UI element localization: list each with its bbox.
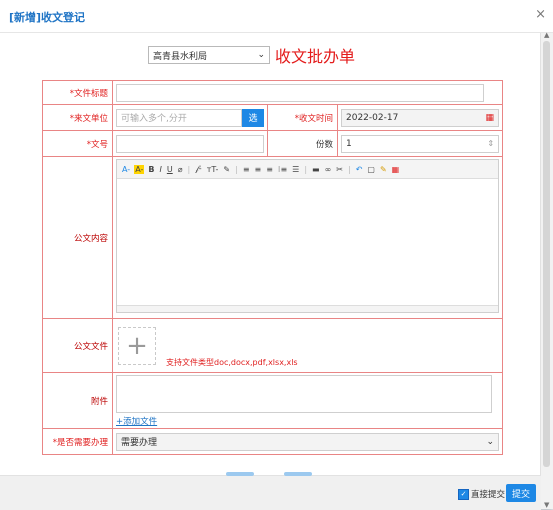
dialog-footer: ✓ 直接提交 提交 [0, 472, 541, 510]
attachment-label: 附件 [42, 372, 113, 429]
upload-file-box[interactable]: + [118, 326, 156, 365]
need-handle-select[interactable]: 需要办理 ⌄ [116, 432, 500, 451]
hidden-buttons-peek [226, 472, 312, 476]
file-support-text: 支持文件类型doc,docx,pdf,xlsx,xls [166, 357, 298, 367]
source-unit-label: *来文单位 [42, 104, 113, 131]
need-handle-value: 需要办理 [121, 438, 158, 448]
align-right-icon[interactable]: ≡ [265, 165, 274, 174]
select-unit-button[interactable]: 选 [242, 108, 264, 127]
department-select-value: 高青县水利局 [153, 51, 208, 62]
department-select[interactable]: 高青县水利局 ⌄ [148, 46, 270, 64]
source-unit-input[interactable]: 可输入多个,分开 [116, 108, 242, 127]
dialog-title: [新增]收文登记 [9, 11, 86, 24]
file-label: 公文文件 [42, 318, 113, 373]
align-center-icon[interactable]: ≡ [254, 165, 263, 174]
scroll-down-icon[interactable]: ▼ [544, 501, 549, 509]
font-color-icon[interactable]: A- [121, 165, 131, 174]
dialog: [新增]收文登记 × 高青县水利局 ⌄ 收文批办单 *文件标题 *来文单位 可输… [0, 0, 553, 510]
receive-time-value: 2022-02-17 [346, 112, 399, 123]
stepper-icon[interactable]: ⇕ [487, 139, 494, 148]
doc-title-input[interactable] [116, 83, 485, 102]
image-icon[interactable]: ▢ [366, 165, 376, 174]
link-icon[interactable]: ∞ [324, 165, 333, 174]
need-handle-label: *是否需要办理 [42, 428, 113, 455]
form-title: 收文批办单 [275, 47, 356, 66]
dialog-titlebar: [新增]收文登记 × [0, 0, 553, 33]
checkmark-icon: ✓ [458, 488, 469, 500]
editor-content-area[interactable] [117, 179, 498, 305]
chevron-down-icon: ⌄ [486, 436, 495, 447]
erase-icon[interactable]: ⌀ [177, 165, 184, 174]
calendar-icon[interactable]: ▦ [486, 113, 495, 123]
underline-icon[interactable]: U [166, 165, 174, 174]
plus-icon: + [126, 330, 148, 361]
doc-title-label: *文件标题 [42, 80, 113, 105]
close-icon[interactable]: × [535, 7, 546, 22]
font-size-icon[interactable]: тT- [206, 165, 220, 174]
submit-button[interactable]: 提交 [506, 484, 536, 502]
clear-format-icon[interactable]: ✎ [379, 165, 388, 174]
unlink-icon[interactable]: ✂ [335, 165, 344, 174]
align-left-icon[interactable]: ≡ [242, 165, 251, 174]
font-family-icon[interactable]: 𝒻- [194, 164, 202, 174]
copies-label: 份数 [267, 130, 338, 157]
editor-status-bar [117, 305, 499, 312]
format-painter-icon[interactable]: ✎ [222, 165, 231, 174]
add-file-link[interactable]: +添加文件 [116, 417, 157, 427]
vertical-scrollbar[interactable]: ▲ ▼ [540, 31, 553, 509]
copies-value: 1 [346, 138, 352, 149]
chevron-down-icon: ⌄ [257, 50, 265, 60]
bold-icon[interactable]: B [147, 165, 155, 174]
doc-no-input[interactable] [116, 134, 264, 153]
receive-time-label: *收文时间 [267, 104, 338, 131]
content-label: 公文内容 [42, 156, 113, 319]
copies-input[interactable]: 1 ⇕ [341, 134, 500, 153]
ordered-list-icon[interactable]: ⁝≡ [277, 165, 288, 174]
italic-icon[interactable]: I [158, 165, 162, 174]
horizontal-rule-icon[interactable]: ▬ [311, 165, 321, 174]
scroll-up-icon[interactable]: ▲ [544, 31, 549, 39]
direct-submit-checkbox[interactable]: ✓ 直接提交 [458, 488, 505, 500]
scrollbar-thumb[interactable] [543, 41, 550, 467]
dialog-body: 高青县水利局 ⌄ 收文批办单 *文件标题 *来文单位 可输入多个,分开 选 *收… [0, 33, 541, 475]
direct-submit-label: 直接提交 [471, 490, 506, 500]
attachment-list [116, 375, 493, 413]
rich-text-editor[interactable]: A- A- B I U ⌀ | 𝒻- тT- ✎ | ≡ ≡ ≡ ⁝≡ ☰ | … [116, 159, 500, 313]
unordered-list-icon[interactable]: ☰ [291, 165, 300, 174]
doc-no-label: *文号 [42, 130, 113, 157]
table-icon[interactable]: ▦ [391, 165, 401, 174]
registration-form: *文件标题 *来文单位 可输入多个,分开 选 *收文时间 2022-02-17 [42, 80, 504, 455]
form-header: 高青县水利局 ⌄ 收文批办单 [148, 43, 355, 67]
highlight-icon[interactable]: A- [134, 164, 145, 174]
receive-time-input[interactable]: 2022-02-17 ▦ [341, 108, 500, 127]
undo-icon[interactable]: ↶ [355, 165, 364, 174]
editor-toolbar: A- A- B I U ⌀ | 𝒻- тT- ✎ | ≡ ≡ ≡ ⁝≡ ☰ | … [117, 160, 499, 179]
